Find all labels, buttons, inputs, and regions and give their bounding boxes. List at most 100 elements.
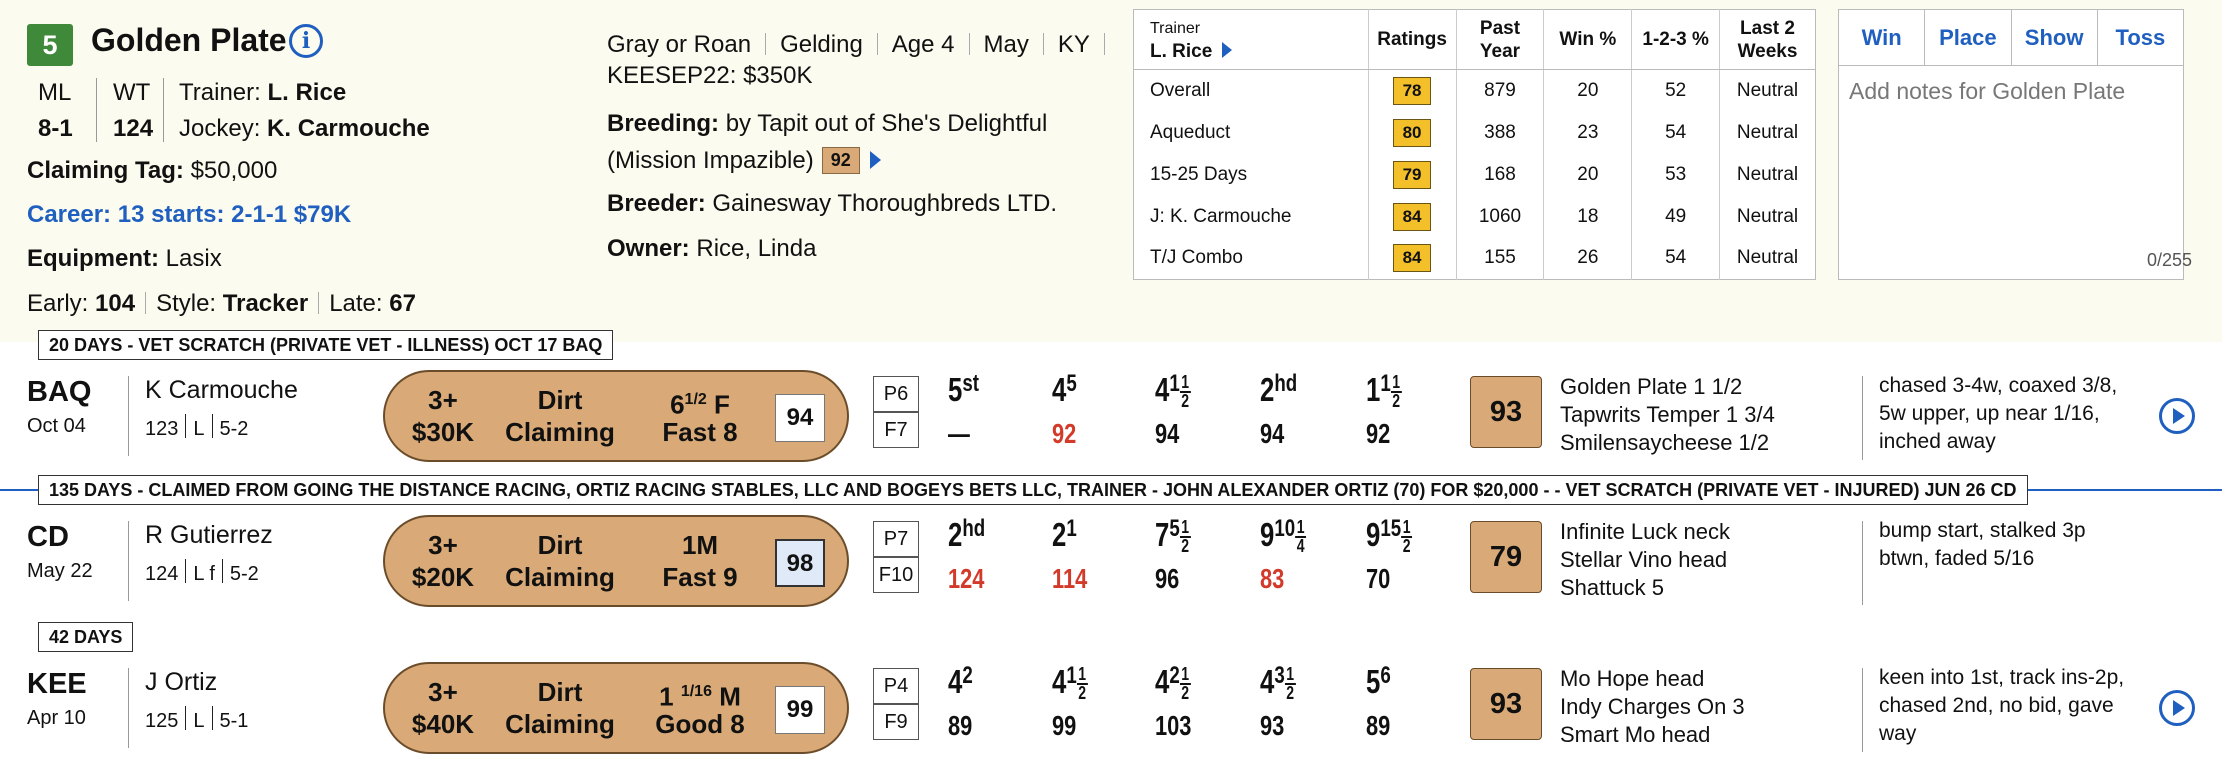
race-type: Claiming (505, 709, 615, 739)
age: Age 4 (891, 31, 955, 58)
equipment-line: Equipment: Lasix (27, 245, 222, 273)
finisher-2: Stellar Vino head (1560, 547, 1728, 572)
race-comment: bump start, stalked 3p btwn, faded 5/16 (1879, 519, 2086, 570)
weight: 124 (113, 115, 154, 142)
stat-label: Overall (1133, 69, 1369, 112)
stat-last-2-weeks: Neutral (1736, 205, 1799, 227)
sale-info: KEESEP22: $350K (607, 62, 813, 89)
call-figure: 83 (1260, 563, 1285, 594)
call-margin: 2 (1169, 662, 1180, 689)
call-margin: 1 (1066, 515, 1077, 542)
trainer-label: Trainer: (179, 79, 261, 106)
trainer-stats-row: Overall 78 879 20 52 Neutral (1133, 69, 1816, 112)
call-pos: 5 (1366, 663, 1381, 700)
call-position: 11 1 2 (1366, 370, 1402, 410)
call-margin: 10 (1274, 515, 1296, 542)
call-figure: 89 (948, 710, 973, 741)
call-figure: 114 (1052, 563, 1088, 594)
jockey-line: Jockey: K. Carmouche (179, 115, 430, 143)
info-icon[interactable]: i (289, 24, 323, 58)
stat-rating-cell: 78 (1368, 69, 1457, 112)
layoff-note: 20 DAYS - VET SCRATCH (PRIVATE VET - ILL… (38, 330, 614, 360)
race-purse: $20K (411, 562, 475, 592)
horse-header: 5 Golden Plate i ML 8-1 WT 124 Trainer: … (0, 0, 2222, 342)
stat-rating: 80 (1393, 118, 1432, 147)
trainer-stats-row: J: K. Carmouche 84 1060 18 49 Neutral (1133, 195, 1816, 238)
claiming-value: $50,000 (190, 157, 278, 184)
race-track: CD (27, 521, 69, 553)
race-beyer-figure: 93 (1470, 376, 1542, 448)
stat-win-pct: 18 (1543, 195, 1633, 238)
call-position: 43 1 2 (1260, 662, 1296, 702)
career-label: Career: (27, 201, 112, 228)
race-purse: $40K (411, 709, 475, 739)
toss-button[interactable]: Toss (2098, 10, 2183, 65)
call-margin: 15 (1380, 515, 1402, 542)
expand-arrow-icon[interactable] (1222, 41, 1233, 58)
call-margin-fraction: 14 (1295, 517, 1307, 556)
career-link[interactable]: 13 starts: 2-1-1 $79K (118, 201, 351, 228)
race-jockey: R Gutierrez (145, 521, 273, 549)
call-pos: 7 (1155, 516, 1170, 553)
finisher-1: Golden Plate 1 1/2 (1560, 374, 1743, 399)
race-track: KEE (27, 668, 87, 700)
call-pos: 4 (1260, 663, 1275, 700)
trainer-stats-trainer-header[interactable]: Trainer L. Rice (1133, 9, 1369, 70)
ml-odds: 8-1 (38, 115, 73, 142)
trainer-line: Trainer: L. Rice (179, 79, 346, 107)
owner-value: Rice, Linda (696, 235, 817, 262)
race-purse: $30K (411, 417, 475, 447)
color: Gray or Roan (607, 31, 752, 58)
post-position: P7 (873, 521, 919, 557)
breeding-line2: (Mission Impazible) 92 (607, 147, 881, 175)
call-position: 42 1 2 (1155, 662, 1191, 702)
race-beyer-figure: 79 (1470, 521, 1542, 593)
trainer-stats-row: 15-25 Days 79 168 20 53 Neutral (1133, 153, 1816, 196)
finisher-3: Shattuck 5 (1560, 575, 1664, 600)
play-replay-icon[interactable] (2159, 690, 2195, 726)
call-margin: 2 (962, 662, 973, 689)
breeder-label: Breeder: (607, 190, 706, 217)
call-figure: 94 (1260, 418, 1285, 449)
call-position: 2hd (948, 515, 985, 554)
race-date: May 22 (27, 560, 93, 582)
call-pos: 2 (1052, 516, 1067, 553)
call-margin-fraction: 12 (1284, 664, 1296, 703)
call-position: 910 1 4 (1260, 515, 1307, 556)
race-track-condition: Fast 8 (662, 417, 738, 447)
claim-note: 135 DAYS - CLAIMED FROM GOING THE DISTAN… (38, 475, 2028, 505)
race-condition-pill[interactable]: 3+ $40K Dirt Claiming 1 1/16 M Good 8 99 (383, 662, 849, 754)
race-condition-pill[interactable]: 3+ $20K Dirt Claiming 1M Fast 9 98 (383, 515, 849, 607)
stat-itm-pct: 54 (1631, 111, 1721, 154)
style-label: Style: (156, 290, 217, 317)
call-position: 41 1 2 (1155, 370, 1191, 410)
call-pos: 2 (1260, 371, 1275, 408)
stat-itm-pct: 49 (1631, 195, 1721, 238)
show-button[interactable]: Show (2012, 10, 2098, 65)
race-age: 3+ (428, 677, 458, 707)
divider (1862, 521, 1863, 605)
owner-line: Owner: Rice, Linda (607, 235, 816, 263)
call-margin-fraction: 12 (1401, 517, 1413, 556)
breeding-label: Breeding: (607, 110, 720, 137)
call-figure: 103 (1155, 710, 1192, 741)
race-date: Oct 04 (27, 415, 86, 437)
race-surface: Dirt (537, 677, 583, 707)
race-condition-pill[interactable]: 3+ $30K Dirt Claiming 61/2 F Fast 8 94 (383, 370, 849, 462)
stat-past-year: 879 (1456, 69, 1545, 112)
call-pos: 4 (1155, 663, 1170, 700)
stat-last-2-weeks: Neutral (1736, 247, 1799, 269)
call-pos: 9 (1260, 516, 1275, 553)
expand-arrow-icon[interactable] (869, 151, 881, 169)
late-value: 67 (389, 290, 416, 317)
breeding-damsire: (Mission Impazible) (607, 147, 814, 174)
place-button[interactable]: Place (1925, 10, 2012, 65)
race-row: KEE Apr 10 J Ortiz 125 L 5-1 3+ $40K Dirt … (0, 654, 2222, 764)
play-replay-icon[interactable] (2159, 398, 2195, 434)
program-number-badge: 5 (27, 24, 73, 66)
stat-itm-pct: 52 (1631, 69, 1721, 112)
win-button[interactable]: Win (1839, 10, 1926, 65)
stat-label: 15-25 Days (1133, 153, 1369, 196)
notes-textarea[interactable] (1838, 66, 2184, 280)
divider (128, 668, 129, 748)
